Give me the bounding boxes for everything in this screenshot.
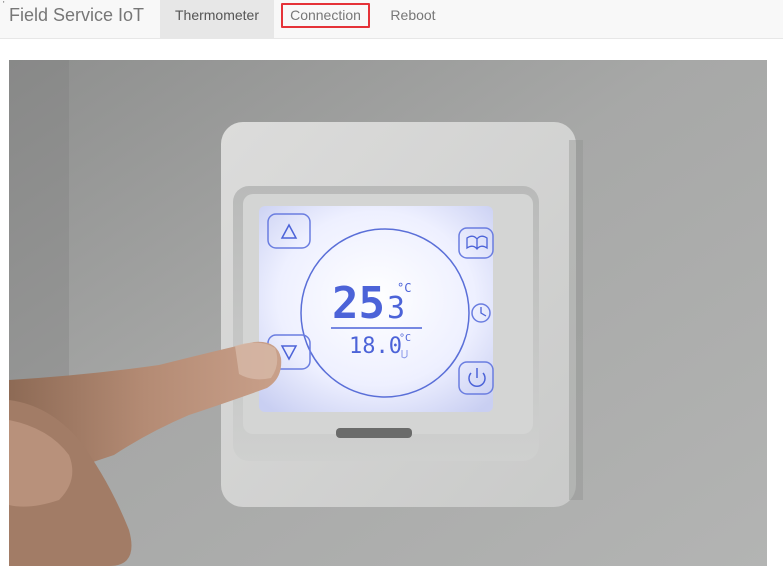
tab-reboot[interactable]: Reboot [380,0,446,38]
current-temp-main: 25 [332,278,385,329]
tab-thermometer[interactable]: Thermometer [160,0,274,38]
fingernail [235,342,278,380]
tab-connection[interactable]: Connection [281,0,370,38]
frame-shadow [569,140,583,500]
thermostat-illustration: 25 3 °C 18.0 °C [9,60,767,566]
bezel-slot [336,428,412,438]
navbar: ' Field Service IoT Thermometer Connecti… [0,0,783,39]
current-temp-unit: °C [397,281,411,295]
set-temp: 18.0 [349,334,402,359]
current-temp-decimal: 3 [387,291,405,326]
brand-title[interactable]: Field Service IoT [9,4,144,26]
brand-mark: ' [3,0,5,9]
set-temp-unit: °C [399,333,411,344]
thermostat-photo: 25 3 °C 18.0 °C [9,60,767,566]
